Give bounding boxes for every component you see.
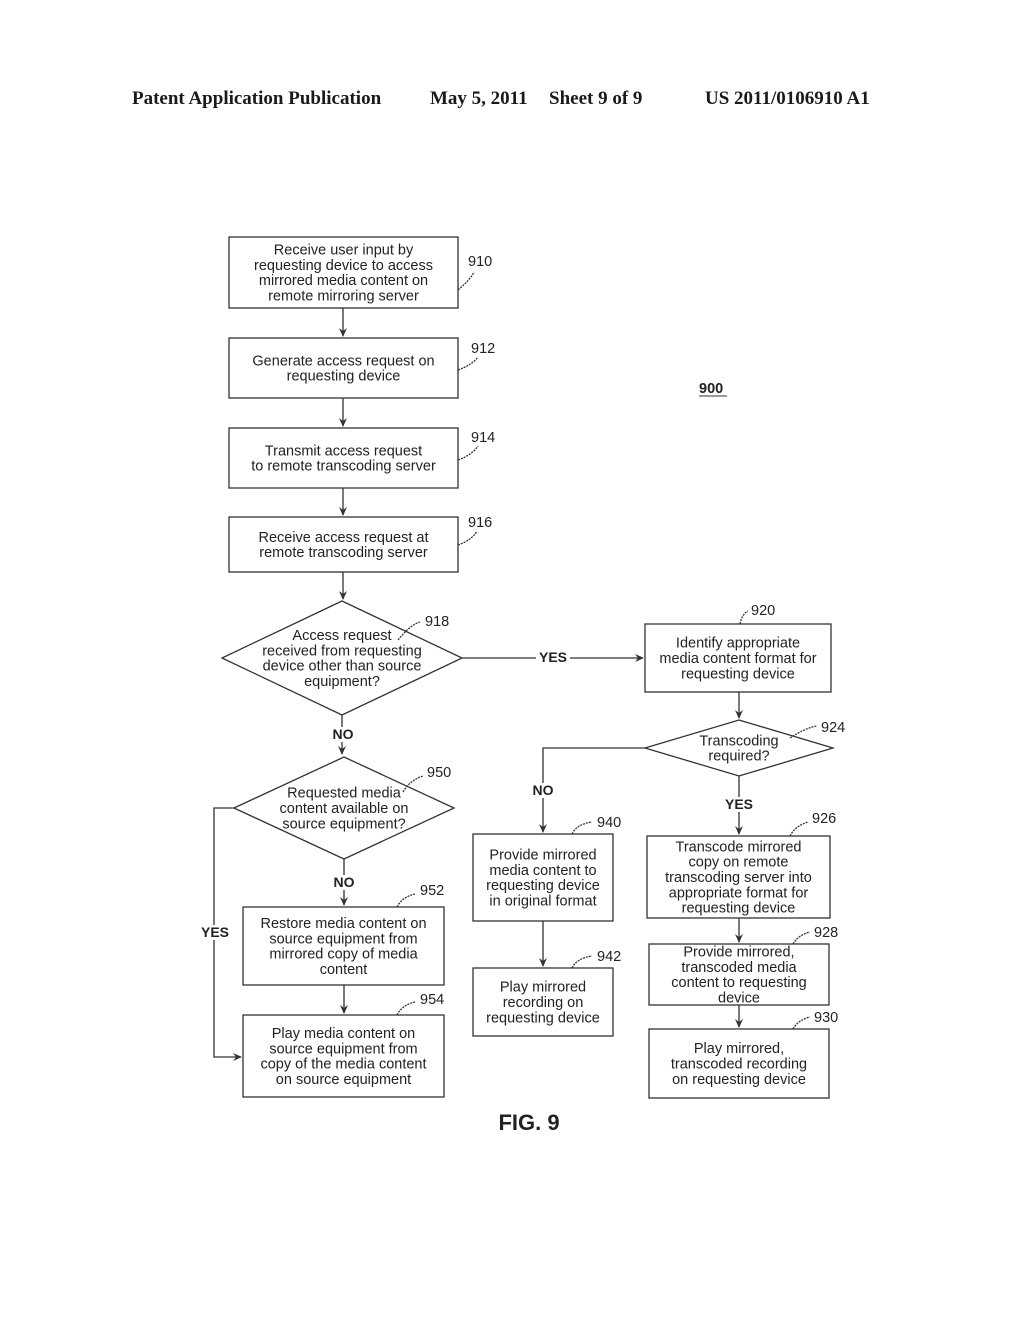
node-text-line: requesting device: [486, 1010, 600, 1026]
node-text-line: transcoded media: [681, 960, 797, 976]
process-box-940: Provide mirroredmedia content torequesti…: [472, 815, 621, 922]
reference-numeral: 954: [420, 992, 444, 1008]
edge-label-no: NO: [334, 874, 355, 890]
node-text-line: Generate access request on: [252, 353, 434, 369]
leader-line: [792, 931, 811, 945]
decision-924: Transcodingrequired? 924: [642, 719, 845, 777]
decision-950: Requested mediacontent available onsourc…: [232, 756, 456, 860]
leader-line: [396, 1001, 416, 1016]
process-box-930: Play mirrored,transcoded recordingon req…: [648, 1010, 838, 1099]
leader-line: [396, 893, 416, 908]
leader-line: [571, 821, 593, 835]
reference-numeral: 914: [471, 430, 495, 446]
node-text-line: remote transcoding server: [259, 545, 428, 561]
node-text-line: transcoding server into: [665, 870, 812, 886]
process-box-912: Generate access request onrequesting dev…: [228, 337, 495, 399]
process-box-942: Play mirroredrecording onrequesting devi…: [472, 949, 621, 1037]
decision-918: Access requestreceived from requestingde…: [220, 600, 464, 716]
process-box-928: Provide mirrored,transcoded mediacontent…: [648, 925, 838, 1006]
reference-numeral: 942: [597, 949, 621, 965]
node-text-line: content: [320, 962, 368, 978]
reference-numeral: 950: [427, 765, 451, 781]
node-text-line: Restore media content on: [260, 916, 426, 932]
reference-numeral: 926: [812, 811, 836, 827]
node-text-line: Provide mirrored,: [683, 945, 794, 961]
leader-line: [739, 610, 749, 625]
node-text-line: media content format for: [659, 651, 816, 667]
diagram-reference: 900: [699, 381, 723, 397]
node-text-line: copy on remote: [689, 855, 789, 871]
edge-label-yes: YES: [539, 649, 567, 665]
node-text-line: Receive access request at: [258, 530, 428, 546]
node-text-line: requesting device: [682, 901, 796, 917]
node-text-line: Provide mirrored: [489, 848, 596, 864]
reference-numeral: 912: [471, 341, 495, 357]
node-text-line: appropriate format for: [669, 885, 809, 901]
node-text-line: mirrored copy of media: [269, 947, 418, 963]
node-text-line: source equipment from: [269, 931, 417, 947]
node-text-line: content to requesting: [671, 975, 806, 991]
edge-label-no: NO: [333, 726, 354, 742]
node-text-line: Requested media: [287, 786, 402, 802]
reference-numeral: 916: [468, 515, 492, 531]
node-text-line: Play mirrored,: [694, 1041, 784, 1057]
node-text-line: content available on: [280, 801, 409, 817]
process-box-916: Receive access request atremote transcod…: [228, 515, 492, 573]
node-text-line: Transmit access request: [265, 443, 422, 459]
node-text-line: on requesting device: [672, 1072, 806, 1088]
node-text-line: in original format: [489, 893, 596, 909]
node-text-line: Play media content on: [272, 1026, 415, 1042]
leader-line: [457, 271, 475, 291]
reference-numeral: 952: [420, 883, 444, 899]
node-text-line: Receive user input by: [274, 243, 414, 259]
node-text-line: remote mirroring server: [268, 288, 419, 304]
node-text-line: required?: [708, 749, 769, 765]
process-box-926: Transcode mirroredcopy on remotetranscod…: [646, 811, 836, 919]
node-text-line: requesting device: [486, 878, 600, 894]
process-box-920: Identify appropriatemedia content format…: [644, 603, 832, 693]
reference-numeral: 940: [597, 815, 621, 831]
node-text-line: media content to: [489, 863, 596, 879]
flowchart: Receive user input byrequesting device t…: [198, 236, 845, 1135]
reference-numeral: 918: [425, 614, 449, 630]
process-box-914: Transmit access requestto remote transco…: [228, 427, 495, 489]
node-text-line: equipment?: [304, 674, 380, 690]
leader-line: [457, 356, 479, 371]
reference-numeral: 928: [814, 925, 838, 941]
leader-line: [457, 530, 478, 546]
leader-line: [792, 1016, 811, 1030]
node-text-line: requesting device: [681, 666, 795, 682]
node-text-line: device other than source: [263, 659, 422, 675]
node-text-line: on source equipment: [276, 1072, 411, 1088]
node-text-line: Identify appropriate: [676, 636, 800, 652]
leader-line: [789, 821, 809, 837]
node-text-line: device: [718, 990, 760, 1006]
node-text-line: source equipment from: [269, 1041, 417, 1057]
edge-label-no: NO: [533, 782, 554, 798]
reference-numeral: 910: [468, 254, 492, 270]
figure-caption: FIG. 9: [498, 1110, 559, 1135]
reference-numeral: 920: [751, 603, 775, 619]
leader-line: [571, 955, 593, 969]
reference-numeral: 924: [821, 720, 845, 736]
reference-numeral: 930: [814, 1010, 838, 1026]
node-text-line: to remote transcoding server: [251, 459, 436, 475]
node-text-line: Transcode mirrored: [676, 839, 802, 855]
edge-label-yes: YES: [725, 796, 753, 812]
node-text-line: Transcoding: [699, 733, 778, 749]
node-text-line: received from requesting: [262, 643, 422, 659]
node-text-line: copy of the media content: [260, 1057, 426, 1073]
node-text-line: source equipment?: [282, 816, 405, 832]
node-text-line: transcoded recording: [671, 1057, 807, 1073]
node-text-line: Access request: [292, 628, 391, 644]
edge-label-yes: YES: [201, 924, 229, 940]
process-box-910: Receive user input byrequesting device t…: [228, 236, 492, 309]
node-text-line: requesting device: [287, 369, 401, 385]
leader-line: [457, 445, 479, 461]
node-text-line: requesting device to access: [254, 258, 433, 274]
node-text-line: mirrored media content on: [259, 273, 428, 289]
node-text-line: Play mirrored: [500, 980, 586, 996]
node-text-line: recording on: [503, 995, 584, 1011]
